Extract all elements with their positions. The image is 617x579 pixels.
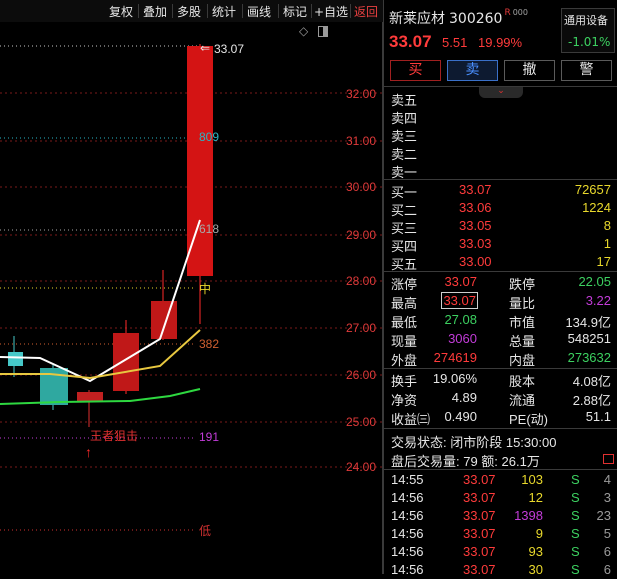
- after-hours-volume: 盘后交易量: 79 额: 26.1万: [391, 454, 540, 469]
- diamond-icon[interactable]: ◇: [299, 24, 308, 38]
- quote-row: 现量 3060 总量 548251: [391, 331, 611, 349]
- fib-618-label: 618: [199, 222, 220, 236]
- stock-title: 新莱应材 300260 R 000: [389, 8, 528, 28]
- ask-row: 卖三: [391, 129, 418, 144]
- statistics-button[interactable]: 统计: [212, 3, 236, 20]
- bid-row: 买四 33.03 1: [391, 236, 611, 254]
- quote-row: 收益㈢ 0.490 PE(动) 51.1: [391, 409, 611, 427]
- mark-button[interactable]: 标记: [283, 3, 307, 20]
- sector-change: -1.01%: [568, 35, 611, 49]
- ask-row: 卖五: [391, 93, 418, 108]
- sector-name: 通用设备: [564, 14, 608, 27]
- bid-row: 买二 33.06 1224: [391, 200, 611, 218]
- draw-line-button[interactable]: 画线: [247, 3, 271, 20]
- quote-row: 最低 27.08 市值 134.9亿: [391, 312, 611, 330]
- back-button[interactable]: 返回: [354, 3, 378, 20]
- overlay-button[interactable]: 叠加: [143, 3, 167, 20]
- fuquan-button[interactable]: 复权: [109, 3, 133, 20]
- current-price: 33.07: [389, 32, 432, 51]
- multi-stock-button[interactable]: 多股: [177, 3, 201, 20]
- price-change: 5.51: [442, 35, 468, 50]
- price-tick: 26.00: [346, 368, 377, 382]
- fib-mid-label: 中: [199, 282, 212, 296]
- add-watchlist-button[interactable]: +自选: [314, 3, 348, 20]
- trade-row: 14:56 33.07 1398 S 23: [391, 508, 611, 523]
- alert-button[interactable]: 警: [561, 60, 612, 81]
- bid-row: 买三 33.05 8: [391, 218, 611, 236]
- signal-annotation: 王者狙击: [90, 429, 139, 443]
- price-change-pct: 19.99%: [478, 35, 523, 50]
- price-tick: 31.00: [346, 134, 377, 148]
- high-price-label: 33.07: [214, 42, 245, 56]
- quote-row: 换手 19.06% 股本 4.08亿: [391, 371, 611, 389]
- price-tick: 29.00: [346, 228, 377, 242]
- stock-name: 新莱应材: [389, 11, 445, 27]
- high-marker-arrow: ⇐: [200, 41, 211, 55]
- trade-row: 14:55 33.07 103 S 4: [391, 472, 611, 487]
- stock-code: 300260: [449, 11, 503, 27]
- cancel-button[interactable]: 撤: [504, 60, 555, 81]
- price-tick: 27.00: [346, 321, 377, 335]
- price-tick: 30.00: [346, 180, 377, 194]
- signal-arrow-icon: ↑: [85, 444, 92, 460]
- price-tick: 28.00: [346, 274, 377, 288]
- trade-row: 14:56 33.07 9 S 5: [391, 526, 611, 541]
- window-icon[interactable]: [318, 26, 328, 37]
- trade-row: 14:56 33.07 12 S 3: [391, 490, 611, 505]
- trade-row: 14:56 33.07 30 S 6: [391, 562, 611, 577]
- sell-button[interactable]: 卖: [447, 60, 498, 81]
- fib-382-label: 382: [199, 337, 220, 351]
- buy-button[interactable]: 买: [390, 60, 441, 81]
- price-tick: 25.00: [346, 415, 377, 429]
- quote-row: 涨停 33.07 跌停 22.05: [391, 274, 611, 292]
- bid-row: 买五 33.00 17: [391, 254, 611, 272]
- r-badge: R: [504, 8, 511, 18]
- quote-row: 外盘 274619 内盘 273632: [391, 350, 611, 368]
- fib-low-label: 低: [199, 524, 212, 538]
- chart-canvas: [0, 22, 383, 574]
- candlestick-chart[interactable]: 32.00 31.00 30.00 29.00 28.00 27.00 26.0…: [0, 22, 383, 574]
- trading-status: 交易状态: 闭市阶段 15:30:00: [391, 435, 557, 450]
- fib-809-label: 809: [199, 130, 220, 144]
- price-tick: 24.00: [346, 460, 377, 474]
- chart-toggle-icon[interactable]: [603, 454, 614, 464]
- sector-box[interactable]: 通用设备 -1.01%: [561, 8, 615, 53]
- price-tick: 32.00: [346, 87, 377, 101]
- bid-row: 买一 33.07 72657: [391, 182, 611, 200]
- level-icon: 000: [512, 8, 528, 17]
- ask-row: 卖一: [391, 165, 418, 180]
- quote-row: 净资 4.89 流通 2.88亿: [391, 390, 611, 408]
- ask-row: 卖四: [391, 111, 418, 126]
- quote-row: 最高 33.07 量比 3.22: [391, 292, 611, 311]
- quote-panel: 新莱应材 300260 R 000 33.07 5.51 19.99% 通用设备 -1…: [383, 0, 617, 577]
- fib-191-label: 191: [199, 430, 220, 444]
- chart-toolbar: 复权 叠加 多股 统计 画线 标记 +自选 返回: [0, 0, 383, 22]
- ask-row: 卖二: [391, 147, 418, 162]
- trade-row: 14:56 33.07 93 S 6: [391, 544, 611, 559]
